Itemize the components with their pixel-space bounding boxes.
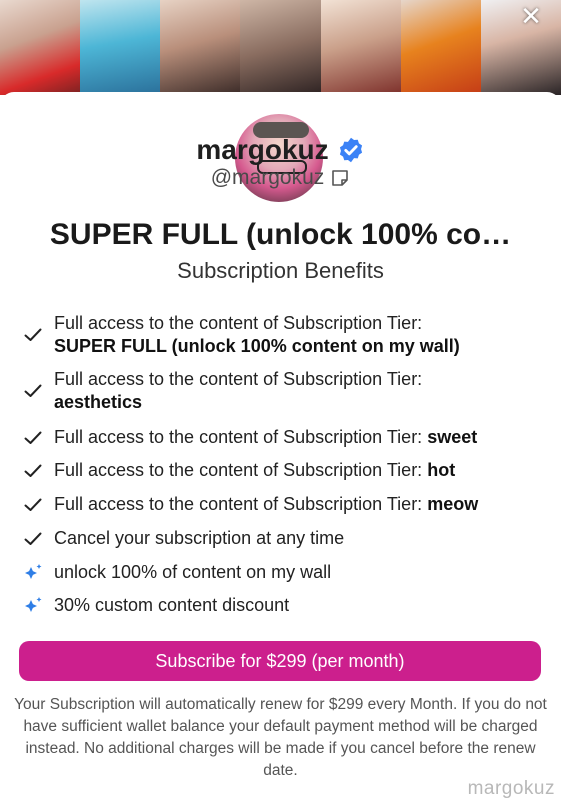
benefit-text: unlock 100% of content on my wall xyxy=(54,562,332,582)
sparkle-star-icon xyxy=(22,562,44,584)
check-icon xyxy=(22,328,44,342)
sparkle-star-icon xyxy=(22,595,44,617)
benefit-text: Full access to the content of Subscripti… xyxy=(54,427,478,447)
benefit-text: Full access to the content of Subscripti… xyxy=(54,369,423,412)
cover-photo xyxy=(160,0,241,95)
check-icon xyxy=(22,384,44,398)
handle: @margokuz xyxy=(210,166,325,189)
copy-note-icon[interactable] xyxy=(330,168,350,188)
benefit-item: 30% custom content discount xyxy=(22,594,547,617)
username-row: margokuz xyxy=(0,134,561,166)
renewal-notice: Your Subscription will automatically ren… xyxy=(14,696,547,779)
benefit-item: unlock 100% of content on my wall xyxy=(22,561,547,584)
cover-photo xyxy=(80,0,161,95)
benefit-item: Cancel your subscription at any time xyxy=(22,527,547,550)
username[interactable]: margokuz xyxy=(196,134,328,166)
benefits-heading: Subscription Benefits xyxy=(177,258,384,283)
tier-name: meow xyxy=(427,494,479,514)
cover-photo xyxy=(0,0,81,95)
cover-banner xyxy=(0,0,561,95)
check-icon xyxy=(22,532,44,546)
benefit-item: Full access to the content of Subscripti… xyxy=(22,368,547,414)
tier-name: SUPER FULL (unlock 100% content on my wa… xyxy=(54,336,460,356)
benefit-item: Full access to the content of Subscripti… xyxy=(22,426,547,449)
tier-name: sweet xyxy=(427,427,478,447)
cover-photo xyxy=(240,0,321,95)
tier-name: hot xyxy=(427,460,456,480)
verified-badge-icon xyxy=(339,137,362,163)
close-icon[interactable]: ✕ xyxy=(517,2,545,30)
benefit-text: Full access to the content of Subscripti… xyxy=(54,460,456,480)
tier-name: aesthetics xyxy=(54,392,143,412)
benefit-text: Full access to the content of Subscripti… xyxy=(54,494,479,514)
subscribe-button[interactable]: Subscribe for $299 (per month) xyxy=(19,641,541,681)
benefit-text: Cancel your subscription at any time xyxy=(54,528,345,548)
benefit-item: Full access to the content of Subscripti… xyxy=(22,459,547,482)
check-icon xyxy=(22,431,44,445)
check-icon xyxy=(22,464,44,478)
benefit-text: 30% custom content discount xyxy=(54,595,290,615)
handle-row: @margokuz xyxy=(0,166,561,190)
benefit-text: Full access to the content of Subscripti… xyxy=(54,313,460,356)
check-icon xyxy=(22,498,44,512)
benefit-item: Full access to the content of Subscripti… xyxy=(22,312,547,358)
cover-photo xyxy=(400,0,481,95)
benefit-item: Full access to the content of Subscripti… xyxy=(22,493,547,516)
watermark: margokuz xyxy=(467,778,555,799)
tier-title: SUPER FULL (unlock 100% co… xyxy=(49,218,512,251)
cover-photo xyxy=(320,0,401,95)
